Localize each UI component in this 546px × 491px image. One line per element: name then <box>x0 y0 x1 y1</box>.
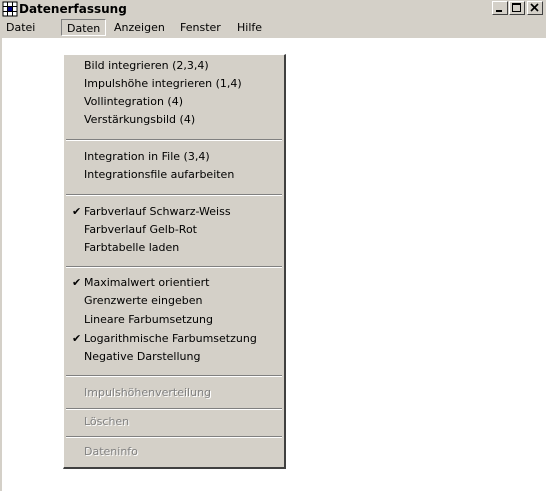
menu-item-negative-darstellung[interactable]: Negative Darstellung <box>66 348 282 366</box>
menu-item-label: Farbverlauf Schwarz-Weiss <box>84 205 231 218</box>
title-bar[interactable]: Datenerfassung <box>0 0 546 18</box>
minimize-button[interactable] <box>492 1 508 15</box>
daten-dropdown-menu: Bild integrieren (2,3,4) Impulshöhe inte… <box>63 54 286 469</box>
menu-item-verstaerkungsbild[interactable]: Verstärkungsbild (4) <box>66 111 282 129</box>
menu-hilfe[interactable]: Hilfe <box>232 19 267 36</box>
menu-item-farbtabelle-laden[interactable]: Farbtabelle laden <box>66 239 282 257</box>
checkmark-icon: ✔ <box>72 276 82 289</box>
menu-bar: Datei Daten Anzeigen Fenster Hilfe <box>0 18 546 38</box>
menu-separator <box>66 194 282 196</box>
menu-item-label: Lineare Farbumsetzung <box>84 313 213 326</box>
menu-item-farbverlauf-schwarz-weiss[interactable]: ✔ Farbverlauf Schwarz-Weiss <box>66 203 282 221</box>
menu-daten[interactable]: Daten <box>61 19 107 36</box>
menu-item-label: Farbverlauf Gelb-Rot <box>84 223 197 236</box>
menu-item-vollintegration[interactable]: Vollintegration (4) <box>66 93 282 111</box>
menu-item-impulshoehenverteilung: Impulshöhenverteilung <box>66 384 282 402</box>
menu-item-label: Negative Darstellung <box>84 350 201 363</box>
grid-app-icon[interactable] <box>2 1 18 17</box>
menu-separator <box>66 436 282 438</box>
window-title: Datenerfassung <box>19 2 127 16</box>
minimize-icon <box>496 10 502 12</box>
menu-item-label: Integration in File (3,4) <box>84 150 210 163</box>
menu-separator <box>66 139 282 141</box>
menu-item-label: Vollintegration (4) <box>84 95 184 108</box>
menu-item-label: Farbtabelle laden <box>84 241 180 254</box>
menu-item-label: Bild integrieren (2,3,4) <box>84 59 209 72</box>
menu-item-grenzwerte-eingeben[interactable]: Grenzwerte eingeben <box>66 292 282 310</box>
menu-item-logarithmische-farbumsetzung[interactable]: ✔ Logarithmische Farbumsetzung <box>66 330 282 348</box>
menu-item-bild-integrieren[interactable]: Bild integrieren (2,3,4) <box>66 57 282 75</box>
menu-anzeigen[interactable]: Anzeigen <box>109 19 170 36</box>
menu-item-label: Dateninfo <box>84 445 138 458</box>
window-left-border <box>0 38 2 491</box>
menu-item-impulshoehe-integrieren[interactable]: Impulshöhe integrieren (1,4) <box>66 75 282 93</box>
menu-item-lineare-farbumsetzung[interactable]: Lineare Farbumsetzung <box>66 311 282 329</box>
app-window: Datenerfassung Datei Daten Anzeigen Fens… <box>0 0 546 491</box>
menu-item-loeschen: Löschen <box>66 413 282 431</box>
menu-item-label: Impulshöhenverteilung <box>84 386 212 399</box>
menu-item-label: Integrationsfile aufarbeiten <box>84 168 235 181</box>
menu-item-integrationsfile-aufarbeiten[interactable]: Integrationsfile aufarbeiten <box>66 166 282 184</box>
menu-item-farbverlauf-gelb-rot[interactable]: Farbverlauf Gelb-Rot <box>66 221 282 239</box>
menu-item-dateninfo: Dateninfo <box>66 443 282 461</box>
menu-item-maximalwert-orientiert[interactable]: ✔ Maximalwert orientiert <box>66 274 282 292</box>
menu-item-label: Logarithmische Farbumsetzung <box>84 332 257 345</box>
maximize-icon <box>512 3 521 12</box>
maximize-button[interactable] <box>509 1 525 15</box>
menu-item-label: Maximalwert orientiert <box>84 276 210 289</box>
menu-datei[interactable]: Datei <box>1 19 40 36</box>
checkmark-icon: ✔ <box>72 205 82 218</box>
menu-item-label: Verstärkungsbild (4) <box>84 113 196 126</box>
menu-item-label: Löschen <box>84 415 130 428</box>
checkmark-icon: ✔ <box>72 332 82 345</box>
menu-item-label: Grenzwerte eingeben <box>84 294 203 307</box>
close-icon <box>530 3 539 12</box>
menu-separator <box>66 408 282 410</box>
menu-separator <box>66 266 282 268</box>
menu-item-integration-in-file[interactable]: Integration in File (3,4) <box>66 148 282 166</box>
menu-item-label: Impulshöhe integrieren (1,4) <box>84 77 242 90</box>
menu-separator <box>66 375 282 377</box>
menu-fenster[interactable]: Fenster <box>175 19 226 36</box>
close-button[interactable] <box>527 1 543 15</box>
